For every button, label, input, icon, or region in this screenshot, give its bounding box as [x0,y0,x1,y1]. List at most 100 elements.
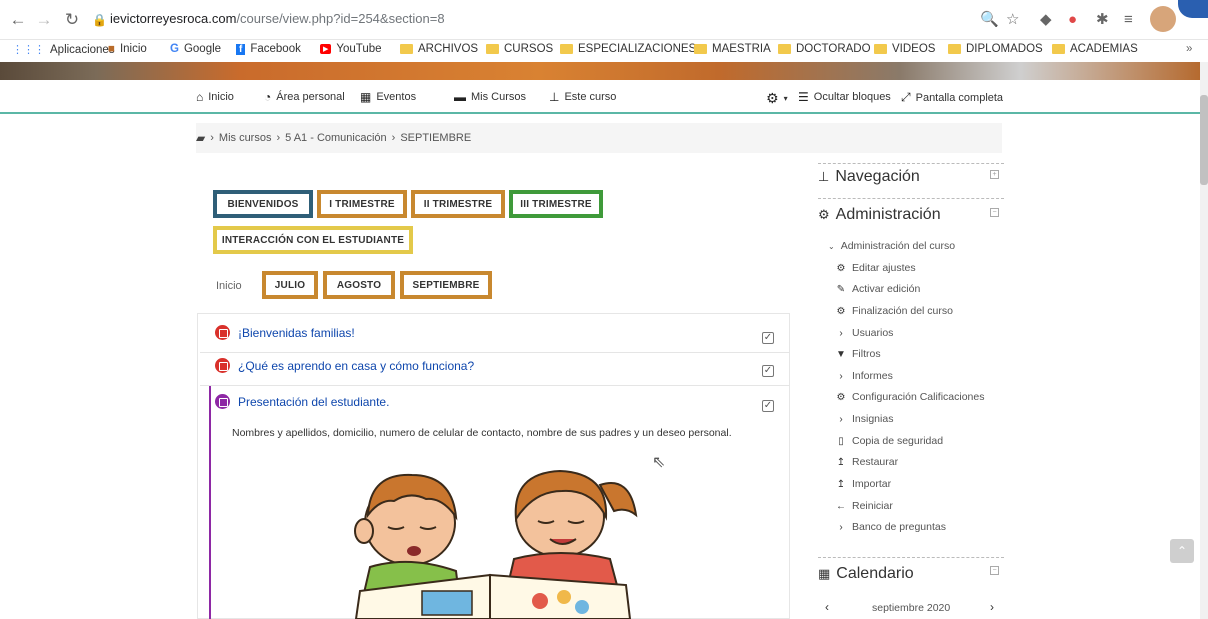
reading-list-icon[interactable]: ≡ [1124,10,1133,30]
bookmark-doctorado[interactable]: DOCTORADO [778,43,871,55]
hide-blocks-button[interactable]: ☰ Ocultar bloques [798,90,891,104]
scrollbar-thumb[interactable] [1200,95,1208,185]
sidebar-item-activar-edicion[interactable]: ✎ Activar edición [836,283,920,295]
sitemap-icon: ⊥ [549,90,560,104]
nav-area-personal[interactable]: ◔ Área personal [264,90,345,104]
url-field[interactable]: ievictorreyesroca.com/course/view.php?id… [110,11,445,26]
sidebar-item-copia-seguridad[interactable]: ▯ Copia de seguridad [836,435,943,447]
google-icon: G [170,43,179,55]
reload-icon[interactable]: ↻ [62,10,82,30]
block-administracion-title[interactable]: ⚙ Administración [818,206,941,224]
tab-i-trimestre[interactable]: I TRIMESTRE [317,190,407,218]
tab-ii-trimestre[interactable]: II TRIMESTRE [411,190,505,218]
activity-presentacion[interactable]: Presentación del estudiante. [215,394,389,409]
filter-icon: ▼ [836,348,846,360]
breadcrumb-mis-cursos[interactable]: Mis cursos [219,132,272,144]
bookmark-videos[interactable]: VIDEOS [874,43,935,55]
sidebar-item-calificaciones[interactable]: ⚙ Configuración Calificaciones [836,391,985,403]
tab-julio[interactable]: JULIO [262,271,318,299]
cogs-icon: ⚙ [818,207,830,222]
nav-este-curso[interactable]: ⊥ Este curso [549,90,616,104]
sidebar-item-finalizacion[interactable]: ⚙ Finalización del curso [836,305,953,317]
gear-icon: ⚙ [766,90,779,106]
profile-avatar[interactable] [1150,6,1176,32]
folder-icon [874,44,887,54]
sidebar-item-banco-preguntas[interactable]: › Banco de preguntas [836,521,946,533]
forward-arrow-icon[interactable]: → [34,10,54,30]
site-banner-image [0,62,1200,80]
bookmark-especializaciones[interactable]: ESPECIALIZACIONES [560,43,696,55]
lock-icon: 🔒 [92,13,107,27]
bookmark-inicio[interactable]: ■ Inicio [108,43,147,55]
bookmark-academias[interactable]: ACADEMIAS [1052,43,1138,55]
block-collapse-control[interactable]: + [990,170,999,179]
chevron-right-icon: › [839,521,843,533]
back-arrow-icon[interactable]: ← [8,10,28,30]
sidebar-item-editar-ajustes[interactable]: ⚙ Editar ajustes [836,262,916,274]
calendar-next-icon[interactable]: › [990,600,994,614]
sidebar-item-reiniciar[interactable]: ← Reiniciar [836,500,893,512]
tab-inicio[interactable]: Inicio [216,280,242,292]
extension-icon[interactable]: ◆ [1040,10,1052,30]
activity-bienvenidas[interactable]: ¡Bienvenidas familias! [215,325,355,340]
completion-checkbox[interactable]: ✓ [762,365,774,377]
completion-checkbox[interactable]: ✓ [762,332,774,344]
mouse-cursor-icon: ⇖ [652,454,666,471]
sidebar-item-importar[interactable]: ↥ Importar [836,478,891,490]
bookmark-facebook[interactable]: f Facebook [236,43,301,55]
bookmark-cursos[interactable]: CURSOS [486,43,553,55]
folder-open-icon: ▰ [196,131,206,145]
folder-icon [778,44,791,54]
folder-icon [694,44,707,54]
pdf-icon [215,325,230,340]
activity-highlight-bar [209,386,211,619]
tab-septiembre[interactable]: SEPTIEMBRE [400,271,492,299]
folder-icon [400,44,413,54]
nav-inicio[interactable]: ⌂ Inicio [196,90,234,104]
tab-agosto[interactable]: AGOSTO [323,271,395,299]
admin-curso-toggle[interactable]: ⌄ Administración del curso [828,240,955,252]
expand-icon: ⤢ [901,90,911,104]
activity-aprendo-en-casa[interactable]: ¿Qué es aprendo en casa y cómo funciona? [215,358,474,373]
tab-interaccion[interactable]: INTERACCIÓN CON EL ESTUDIANTE [213,226,413,254]
fullscreen-button[interactable]: ⤢ Pantalla completa [901,90,1003,105]
completion-checkbox[interactable]: ✓ [762,400,774,412]
tab-bienvenidos[interactable]: BIENVENIDOS [213,190,313,218]
folder-icon [560,44,573,54]
chevron-right-icon: › [839,370,843,382]
sidebar-item-restaurar[interactable]: ↥ Restaurar [836,456,898,468]
sidebar-item-insignias[interactable]: › Insignias [836,413,893,425]
nav-eventos[interactable]: ▦ Eventos [360,90,416,104]
bookmark-google[interactable]: G Google [170,43,221,55]
bookmark-diplomados[interactable]: DIPLOMADOS [948,43,1043,55]
bookmark-maestria[interactable]: MAESTRIA [694,43,771,55]
upload-icon: ↥ [836,478,846,490]
url-host: ievictorreyesroca.com [110,11,237,26]
bookmark-archivos[interactable]: ARCHIVOS [400,43,478,55]
tab-iii-trimestre[interactable]: III TRIMESTRE [509,190,603,218]
extension-badge-icon[interactable]: ● [1068,10,1077,30]
back-to-top-button[interactable]: ⌃ [1170,539,1194,563]
zoom-icon[interactable]: 🔍 [980,10,999,30]
sidebar-item-filtros[interactable]: ▼ Filtros [836,348,881,360]
block-navegacion-title[interactable]: ⊥ Navegación [818,168,920,186]
block-calendario-title[interactable]: ▦ Calendario [818,565,914,583]
breadcrumb-course[interactable]: 5 A1 - Comunicación [285,132,387,144]
chevron-right-icon: › [839,413,843,425]
nav-mis-cursos[interactable]: ▬ Mis Cursos [454,90,526,104]
bookmarks-more[interactable]: » [1186,43,1192,55]
sidebar-item-informes[interactable]: › Informes [836,370,893,382]
facebook-icon: f [236,43,246,55]
chevron-right-icon: › [839,327,843,339]
block-collapse-control[interactable]: − [990,566,999,575]
breadcrumb-section[interactable]: SEPTIEMBRE [400,132,471,144]
bookmark-apps[interactable]: ⋮⋮⋮ Aplicaciones [12,43,115,57]
star-icon[interactable]: ☆ [1006,10,1019,30]
block-collapse-control[interactable]: − [990,208,999,217]
bookmark-youtube[interactable]: ▶ YouTube [320,43,382,55]
settings-menu[interactable]: ⚙ ▾ [766,90,788,107]
calendar-prev-icon[interactable]: ‹ [825,600,829,614]
url-path: /course/view.php?id=254&section=8 [236,11,445,26]
puzzle-icon[interactable]: ✱ [1096,10,1109,30]
sidebar-item-usuarios[interactable]: › Usuarios [836,327,893,339]
